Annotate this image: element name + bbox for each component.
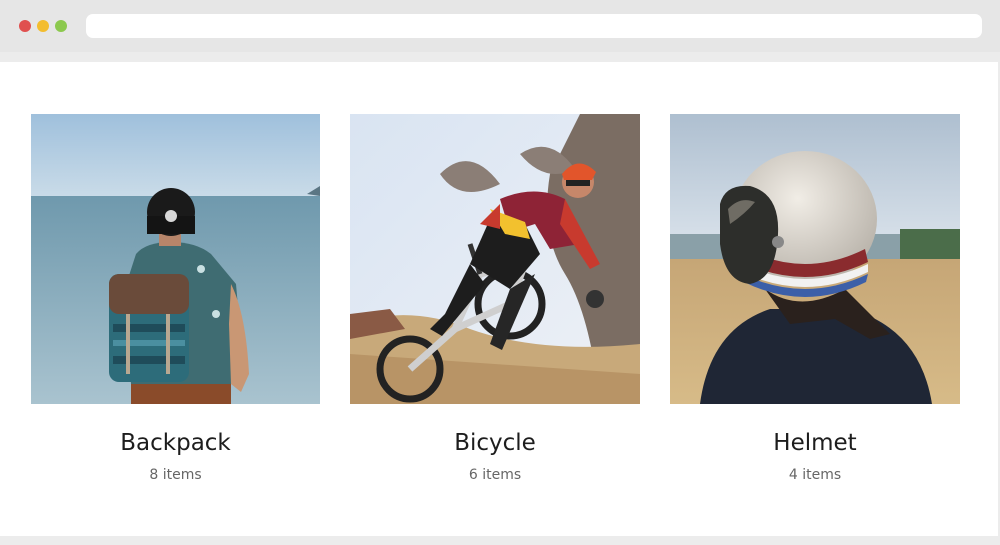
minimize-window-icon[interactable] bbox=[37, 20, 49, 32]
close-window-icon[interactable] bbox=[19, 20, 31, 32]
category-title[interactable]: Helmet bbox=[670, 428, 960, 458]
category-item-count: 8 items bbox=[149, 467, 202, 483]
category-card-bicycle[interactable]: Bicycle 6 items bbox=[350, 114, 640, 485]
browser-window: Backpack 8 items Bicycle 6 items Helmet … bbox=[0, 0, 1000, 545]
browser-titlebar bbox=[0, 0, 1000, 52]
maximize-window-icon[interactable] bbox=[55, 20, 67, 32]
bicycle-image[interactable] bbox=[350, 114, 640, 404]
helmet-image[interactable] bbox=[670, 114, 960, 404]
category-item-count: 6 items bbox=[468, 467, 522, 483]
category-card-helmet[interactable]: Helmet 4 items bbox=[670, 114, 960, 485]
page-content: Backpack 8 items Bicycle 6 items Helmet … bbox=[0, 62, 998, 536]
category-item-count: 4 items bbox=[788, 467, 842, 483]
backpack-image[interactable] bbox=[31, 114, 320, 404]
category-title[interactable]: Bicycle bbox=[350, 428, 640, 458]
category-card-backpack[interactable]: Backpack 8 items bbox=[31, 114, 320, 485]
address-bar[interactable] bbox=[86, 14, 982, 38]
category-title[interactable]: Backpack bbox=[31, 428, 320, 458]
